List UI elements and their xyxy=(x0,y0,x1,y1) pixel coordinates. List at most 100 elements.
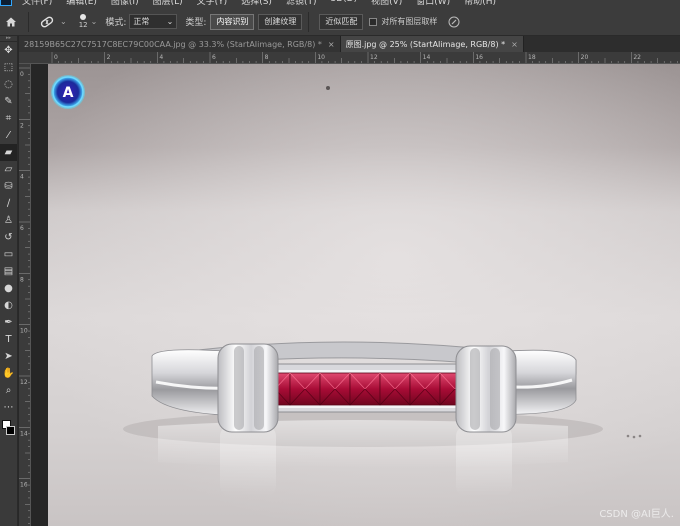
ruler-label: 0 xyxy=(20,71,24,78)
watermark: CSDN @AI巨人. xyxy=(599,509,674,520)
pasteboard xyxy=(31,64,48,526)
menu-item[interactable]: 图层(L) xyxy=(153,0,183,7)
ruler-label: 16 xyxy=(475,54,483,61)
tool-crop[interactable]: ⌗ xyxy=(0,110,17,127)
ruler-label: 0 xyxy=(54,54,58,61)
plugin-logo-icon[interactable]: A xyxy=(51,75,85,109)
mode-value: 正常 xyxy=(133,17,150,26)
brush-size-picker[interactable]: 12 xyxy=(79,14,88,29)
ruler-ticks: 0 2 4 6 8 10 12 14 16 xyxy=(19,67,30,524)
brush-dot-icon xyxy=(80,14,87,20)
background-color-swatch[interactable] xyxy=(6,426,15,435)
ring-photo: A xyxy=(48,64,680,526)
tool-preset-picker[interactable]: ⌄ xyxy=(35,15,71,29)
ruler-label: 4 xyxy=(20,174,24,181)
blur-icon: ● xyxy=(4,283,13,294)
home-button[interactable] xyxy=(0,8,22,36)
horizontal-ruler[interactable]: 0 2 4 6 8 10 12 14 16 18 20 22 xyxy=(48,52,680,64)
ruler-ticks: 0 2 4 6 8 10 12 14 16 18 20 22 xyxy=(51,52,678,63)
tool-more-tools[interactable]: ⋯ xyxy=(0,399,17,416)
type-content-aware-button[interactable]: 内容识别 xyxy=(210,13,255,30)
clone-stamp-icon: ♙ xyxy=(4,215,13,226)
ruler-label: 8 xyxy=(265,54,269,61)
tool-quick-select[interactable]: ✎ xyxy=(0,93,17,110)
ruler-label: 10 xyxy=(20,328,28,335)
tab-document-1[interactable]: 28159B65C27C7517C8EC79C00CAA.jpg @ 33.3%… xyxy=(19,36,341,52)
tools-panel: ▸▸ ✥ ⬚ ◌ ✎ ⌗ ⁄ ▰ ▱ ⛁ ∕ ♙ ↺ ▭ ▤ ● ◐ ✒ T ➤ ✋ ⌕ ⋯ xyxy=(0,36,18,526)
menu-item[interactable]: 3D(D) xyxy=(330,0,357,7)
ruler-label: 2 xyxy=(107,54,111,61)
menu-item[interactable]: 文字(Y) xyxy=(197,0,228,7)
tool-lasso[interactable]: ◌ xyxy=(0,76,17,93)
vertical-ruler[interactable]: 0 2 4 6 8 10 12 14 16 xyxy=(19,64,31,526)
ruler-label: 12 xyxy=(370,54,378,61)
type-icon: T xyxy=(5,334,12,345)
home-icon xyxy=(6,17,16,26)
menu-item[interactable]: 滤镜(T) xyxy=(286,0,317,7)
tool-patch[interactable]: ▱ xyxy=(0,161,17,178)
marquee-icon: ⬚ xyxy=(3,62,14,73)
menu-item[interactable]: 文件(F) xyxy=(22,0,52,7)
tab-label: 28159B65C27C7517C8EC79C00CAA.jpg @ 33.3%… xyxy=(24,39,322,49)
ruler-corner[interactable] xyxy=(19,52,48,64)
menu-bar: 文件(F) 编辑(E) 图像(I) 图层(L) 文字(Y) 选择(S) 滤镜(T) 3D(D)… xyxy=(0,0,680,8)
tool-brush[interactable]: ∕ xyxy=(0,195,17,212)
checkbox-box xyxy=(369,17,378,26)
tool-type[interactable]: T xyxy=(0,331,17,348)
close-icon[interactable]: × xyxy=(511,40,518,49)
tool-eyedropper[interactable]: ⁄ xyxy=(0,127,17,144)
type-proximity-match-button[interactable]: 近似匹配 xyxy=(319,13,364,30)
stamp-icon: ⛁ xyxy=(4,181,13,192)
ruler-label: 20 xyxy=(581,54,589,61)
menu-item[interactable]: 帮助(H) xyxy=(464,0,496,7)
tool-eraser[interactable]: ▭ xyxy=(0,246,17,263)
tool-path-select[interactable]: ➤ xyxy=(0,348,17,365)
tool-pen[interactable]: ✒ xyxy=(0,314,17,331)
ruler-label: 6 xyxy=(20,225,24,232)
tool-blur[interactable]: ● xyxy=(0,280,17,297)
tool-gradient[interactable]: ▤ xyxy=(0,263,17,280)
ruby-stones xyxy=(259,372,471,406)
ruler-label: 4 xyxy=(159,54,163,61)
ruler-label: 22 xyxy=(633,54,641,61)
menu-item[interactable]: 选择(S) xyxy=(241,0,272,7)
color-swatches[interactable] xyxy=(0,416,17,450)
tool-move[interactable]: ✥ xyxy=(0,42,17,59)
tool-healing-brush[interactable]: ▰ xyxy=(0,144,17,161)
type-label: 类型: xyxy=(185,18,207,28)
move-icon: ✥ xyxy=(4,45,13,56)
mode-select[interactable]: 正常 ⌄ xyxy=(129,14,178,29)
menu-item[interactable]: 视图(V) xyxy=(371,0,402,7)
brush-icon: ∕ xyxy=(6,198,11,209)
more-tools-icon: ⋯ xyxy=(3,402,14,413)
options-bar: ⌄ 12 ⌄ 模式: 正常 ⌄ 类型: 内容识别 创建纹理 近似匹配 对所有图层… xyxy=(0,8,680,36)
patch-icon: ▱ xyxy=(4,164,13,175)
separator xyxy=(28,11,29,32)
menu-item[interactable]: 窗口(W) xyxy=(416,0,450,7)
ruler-label: 14 xyxy=(20,430,28,437)
tool-marquee[interactable]: ⬚ xyxy=(0,59,17,76)
chevron-down-icon[interactable]: ⌄ xyxy=(91,17,98,26)
healing-brush-icon xyxy=(40,16,54,27)
document-canvas[interactable]: A CSDN @AI巨人. xyxy=(48,64,680,526)
ruler-label: 2 xyxy=(20,122,24,129)
menu-item[interactable]: 图像(I) xyxy=(111,0,139,7)
sample-all-layers-label: 对所有图层取样 xyxy=(381,17,438,26)
healing-brush-icon: ▰ xyxy=(4,147,13,158)
tab-document-2[interactable]: 原图.jpg @ 25% (StartAIimage, RGB/8) * × xyxy=(340,36,524,52)
close-icon[interactable]: × xyxy=(328,40,335,49)
ruler-label: 18 xyxy=(528,54,536,61)
menu-items: 文件(F) 编辑(E) 图像(I) 图层(L) 文字(Y) 选择(S) 滤镜(T) 3D(D)… xyxy=(22,0,496,7)
tool-stamp[interactable]: ⛁ xyxy=(0,178,17,195)
chevron-down-icon: ⌄ xyxy=(166,17,174,26)
type-create-texture-button[interactable]: 创建纹理 xyxy=(258,13,303,30)
tool-history-brush[interactable]: ↺ xyxy=(0,229,17,246)
sample-all-layers-checkbox[interactable]: 对所有图层取样 xyxy=(369,16,437,27)
hand-icon: ✋ xyxy=(2,368,15,379)
tool-clone-stamp[interactable]: ♙ xyxy=(0,212,17,229)
tool-hand[interactable]: ✋ xyxy=(0,365,17,382)
tool-dodge[interactable]: ◐ xyxy=(0,297,17,314)
menu-item[interactable]: 编辑(E) xyxy=(66,0,97,7)
tool-zoom[interactable]: ⌕ xyxy=(0,382,17,399)
pressure-button[interactable] xyxy=(447,15,461,29)
